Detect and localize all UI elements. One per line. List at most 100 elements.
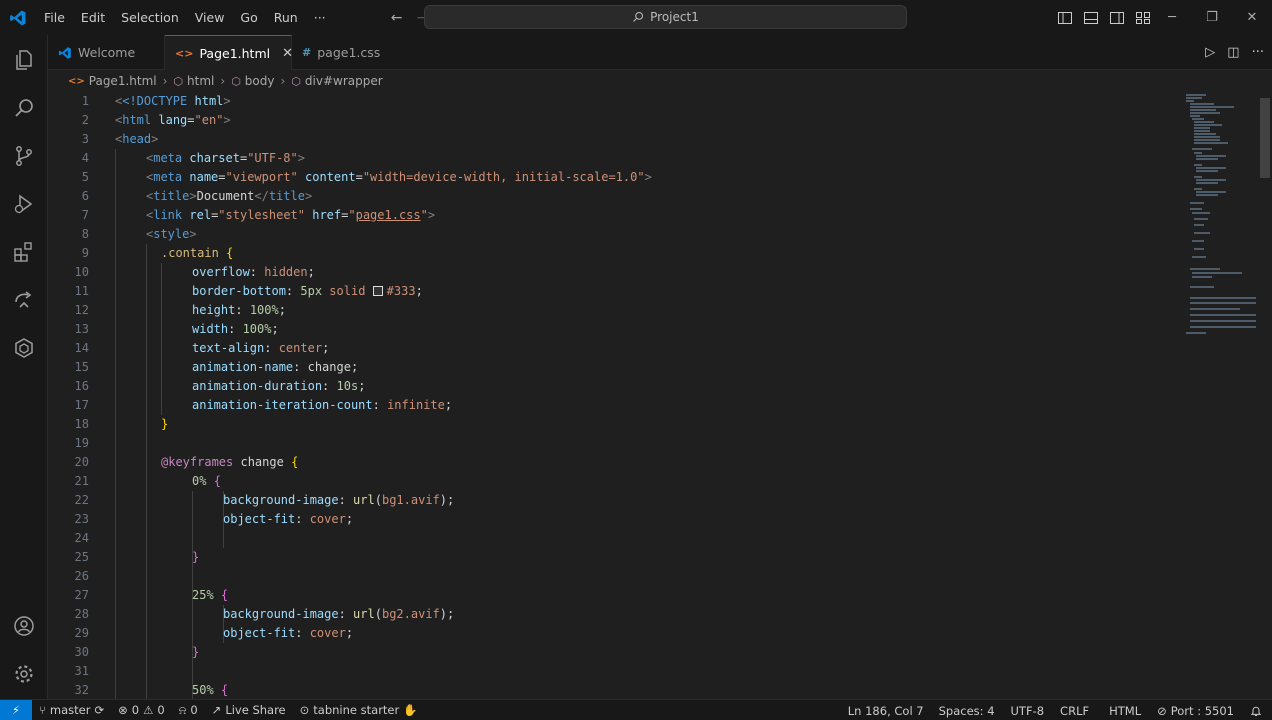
- branch-status[interactable]: ⑂ master ⟳: [32, 703, 111, 717]
- code-line: 9 .contain {: [48, 244, 1182, 263]
- code-line: 8 <style>: [48, 225, 1182, 244]
- tabnine-icon: ⊙: [299, 703, 310, 717]
- docker-icon[interactable]: [0, 324, 48, 372]
- explorer-icon[interactable]: [0, 36, 48, 84]
- search-icon: [633, 11, 644, 22]
- remote-explorer-icon[interactable]: [0, 276, 48, 324]
- cursor-position[interactable]: Ln 186, Col 7: [841, 704, 931, 718]
- vertical-scrollbar[interactable]: [1258, 92, 1272, 699]
- tabnine-status[interactable]: ⊙ tabnine starter ✋: [293, 703, 425, 717]
- menu-run[interactable]: Run: [266, 0, 306, 35]
- code-line: 10 overflow: hidden;: [48, 263, 1182, 282]
- line-number: 6: [81, 189, 89, 203]
- token: "width=device-width, initial-scale=1.0": [362, 170, 645, 184]
- token: change: [240, 455, 284, 469]
- menu-selection[interactable]: Selection: [113, 0, 187, 35]
- search-view-icon[interactable]: [0, 84, 48, 132]
- menu-view[interactable]: View: [187, 0, 233, 35]
- color-swatch[interactable]: [372, 286, 383, 296]
- line-number: 13: [74, 322, 89, 336]
- activity-bar: [0, 35, 48, 699]
- line-number: 14: [74, 341, 89, 355]
- code-line: 19: [48, 434, 1182, 453]
- line-number: 19: [74, 436, 89, 450]
- live-server-port[interactable]: ⊘ Port : 5501: [1149, 704, 1242, 718]
- code-line: 6 <title>Document</title>: [48, 187, 1182, 206]
- token: meta: [153, 151, 183, 165]
- breadcrumb-item[interactable]: body: [245, 74, 275, 88]
- indentation[interactable]: Spaces: 4: [931, 704, 1003, 718]
- token: "en": [194, 113, 224, 127]
- ports-status[interactable]: ⍾ 0: [172, 703, 205, 718]
- code-line: 15 animation-name: change;: [48, 358, 1182, 377]
- token: object-fit: [223, 512, 296, 526]
- more-actions-icon[interactable]: ···: [1252, 45, 1264, 60]
- code-line: 31: [48, 662, 1182, 681]
- link-token[interactable]: page1.css: [356, 208, 421, 222]
- warning-icon: ⚠: [143, 703, 154, 717]
- customize-layout-icon[interactable]: [1134, 9, 1152, 27]
- breadcrumb-item[interactable]: Page1.html: [89, 74, 157, 88]
- breadcrumb-item[interactable]: div#wrapper: [305, 74, 383, 88]
- minimap[interactable]: [1182, 92, 1258, 699]
- toggle-primary-sidebar-icon[interactable]: [1056, 9, 1074, 27]
- live-share-button[interactable]: ↗ Live Share: [205, 703, 293, 717]
- toggle-panel-icon[interactable]: [1082, 9, 1100, 27]
- menu-file[interactable]: File: [36, 0, 73, 35]
- scrollbar-thumb[interactable]: [1260, 98, 1270, 178]
- token: lang: [158, 113, 188, 127]
- line-number: 20: [74, 455, 89, 469]
- remote-indicator-icon[interactable]: ⚡: [0, 699, 32, 720]
- tab-page1-html[interactable]: <> Page1.html ✕: [165, 35, 293, 70]
- line-number: 11: [74, 284, 89, 298]
- code-editor[interactable]: 1 <<!DOCTYPE html> 2 <html lang="en"> 3 <he…: [48, 92, 1182, 699]
- encoding[interactable]: UTF-8: [1003, 704, 1053, 718]
- line-number: 27: [74, 588, 89, 602]
- end-of-line[interactable]: CRLF: [1052, 704, 1097, 718]
- token: center: [278, 341, 323, 355]
- token: html: [194, 94, 224, 108]
- tab-welcome[interactable]: Welcome: [48, 35, 165, 70]
- restore-icon[interactable]: ❐: [1192, 0, 1232, 35]
- notifications-bell-icon[interactable]: [1242, 705, 1272, 717]
- vscode-logo-icon: [58, 46, 71, 59]
- run-debug-icon[interactable]: [0, 180, 48, 228]
- token: <!DOCTYPE: [122, 94, 188, 108]
- split-editor-icon[interactable]: ◫: [1227, 45, 1239, 60]
- line-number: 15: [74, 360, 89, 374]
- code-line: 26: [48, 567, 1182, 586]
- toggle-secondary-sidebar-icon[interactable]: [1108, 9, 1126, 27]
- code-line: 30}: [48, 643, 1182, 662]
- token: rel: [189, 208, 212, 222]
- chevron-right-icon: ›: [280, 74, 286, 88]
- menu-go[interactable]: Go: [232, 0, 265, 35]
- accounts-icon[interactable]: [0, 602, 48, 650]
- token: meta: [153, 170, 183, 184]
- code-line: 23 object-fit: cover;: [48, 510, 1182, 529]
- breadcrumb-item[interactable]: html: [187, 74, 214, 88]
- command-center-search[interactable]: Project1: [424, 5, 907, 29]
- token: title: [268, 189, 305, 203]
- extensions-icon[interactable]: [0, 228, 48, 276]
- tab-page1-css[interactable]: # page1.css: [292, 35, 388, 70]
- problems-status[interactable]: ⊗ 0 ⚠ 0: [111, 703, 172, 717]
- token: overflow: [192, 265, 250, 279]
- minimize-icon[interactable]: ─: [1152, 0, 1192, 35]
- token: object-fit: [223, 626, 296, 640]
- menu-edit[interactable]: Edit: [73, 0, 113, 35]
- close-window-icon[interactable]: ✕: [1232, 0, 1272, 35]
- line-number: 16: [74, 379, 89, 393]
- line-number: 10: [74, 265, 89, 279]
- token: @keyframes: [161, 455, 234, 469]
- source-control-icon[interactable]: [0, 132, 48, 180]
- menu-more[interactable]: ···: [306, 0, 334, 35]
- settings-gear-icon[interactable]: [0, 650, 48, 698]
- line-number: 4: [81, 151, 89, 165]
- tabnine-label: tabnine starter: [313, 703, 400, 717]
- run-file-icon[interactable]: ▷: [1205, 45, 1215, 60]
- token: border-bottom: [192, 284, 286, 298]
- back-arrow-icon[interactable]: ←: [384, 10, 410, 26]
- code-line: 3 <head>: [48, 130, 1182, 149]
- editor-tabs: Welcome <> Page1.html ✕ # page1.css: [48, 35, 1272, 70]
- language-mode[interactable]: HTML: [1097, 704, 1149, 718]
